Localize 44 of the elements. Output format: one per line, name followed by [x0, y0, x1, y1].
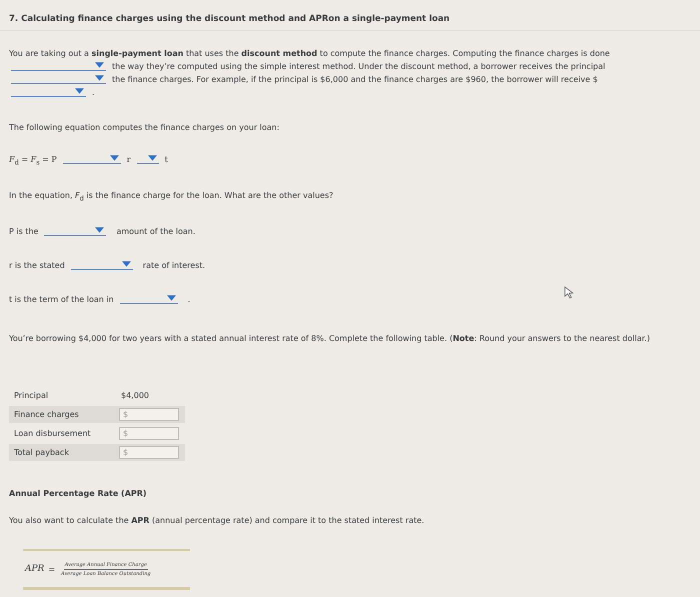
input-field[interactable]: $ — [119, 408, 179, 422]
question-title: 7. Calculating finance charges using the discount method and APRon a single-payment loan — [0, 14, 700, 31]
row-label: Loan disbursement — [14, 429, 92, 438]
answer-dropdown[interactable] — [120, 294, 178, 304]
problem-text: You’re borrowing $4,000 for two years with a stated annual interest rate of 8%. Complete the following table. (Note: Round your answers to the nearest dollar.) — [9, 333, 651, 346]
answer-dropdown[interactable] — [11, 61, 106, 71]
caret-icon — [148, 155, 157, 161]
mouse-pointer-icon — [564, 286, 575, 300]
definition-text: rate of interest. — [142, 261, 206, 270]
answer-dropdown[interactable] — [70, 260, 133, 270]
equation-intro: The following equation computes the finance charges on your loan: — [9, 123, 280, 132]
formula-text: APR — [25, 564, 44, 574]
paragraph-text: You are taking out a single-payment loan that uses the discount method to compute the finance charges. Computing the finance charges is done — [9, 49, 610, 58]
answer-dropdown[interactable] — [11, 74, 106, 84]
principal-value: $4,000 — [120, 391, 149, 400]
definition-text: P is the — [9, 227, 38, 236]
answer-dropdown[interactable] — [62, 154, 121, 164]
equation-text: F$_{d}$ = F$_{s}$ = P — [9, 155, 57, 164]
equation-text: t — [164, 155, 168, 164]
section-heading: Annual Percentage Rate (APR) — [9, 489, 148, 498]
paragraph-text: . — [92, 88, 95, 97]
definition-text: r is the stated — [9, 261, 65, 270]
definition-text: amount of the loan. — [116, 227, 196, 236]
input-field[interactable]: $ — [119, 427, 179, 440]
row-label: Total payback — [14, 448, 70, 458]
definition-text: t is the term of the loan in — [9, 295, 114, 304]
question-text: In the equation, F$_{d}$ is the finance charge for the loan. What are the other values? — [9, 190, 334, 202]
paragraph-text: the way they’re computed using the simple interest method. Under the discount method, a borrower receives the principal — [112, 62, 606, 71]
definition-text: . — [188, 295, 190, 304]
formula-text: = — [48, 564, 56, 574]
apr-text: You also want to calculate the APR (annual percentage rate) and compare it to the stated interest rate. — [9, 516, 426, 526]
equation-text: r — [126, 155, 131, 164]
caret-icon — [122, 261, 131, 268]
caret-icon — [95, 227, 104, 234]
caret-icon — [166, 295, 176, 302]
caret-icon — [110, 155, 119, 161]
answer-dropdown[interactable] — [11, 87, 86, 97]
row-label: Finance charges — [14, 410, 80, 420]
paragraph-text: the finance charges. For example, if the principal is $6,000 and the finance charges are $960, the borrower will receive $ — [112, 75, 598, 84]
caret-icon — [75, 88, 84, 94]
row-label: Principal — [14, 391, 50, 400]
input-field[interactable]: $ — [119, 446, 179, 460]
answer-dropdown[interactable] — [136, 154, 159, 164]
answer-dropdown[interactable] — [44, 226, 106, 236]
